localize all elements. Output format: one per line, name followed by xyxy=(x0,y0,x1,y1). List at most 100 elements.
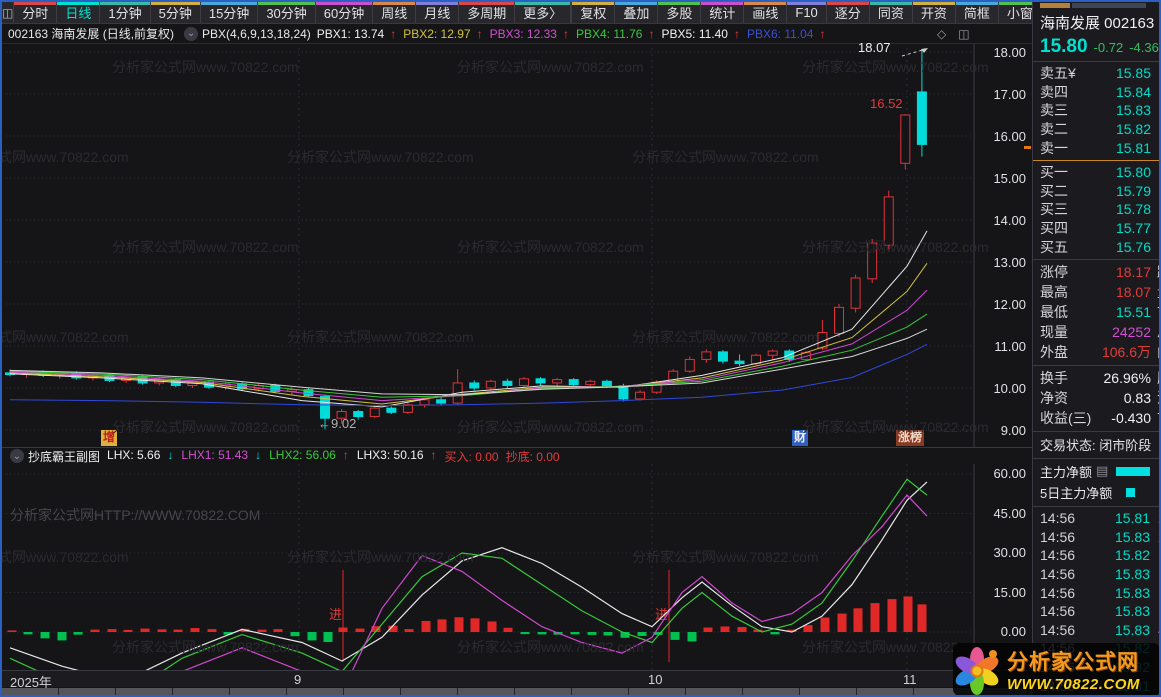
trend-arrow-icon: ↑ xyxy=(476,26,483,41)
tab-color-strip xyxy=(459,2,515,5)
event-badge-涨榜[interactable]: 涨榜 xyxy=(896,430,925,446)
tab-周线[interactable]: 周线 xyxy=(373,2,417,23)
tab-color-strip xyxy=(826,2,869,5)
panel-tab-1[interactable] xyxy=(1040,3,1070,8)
tab-color-strip xyxy=(701,2,744,5)
event-badge-增[interactable]: 增 xyxy=(101,430,118,446)
formula-site-logo: 分析家公式网 WWW.70822.COM xyxy=(953,643,1159,695)
main-fund-bar xyxy=(1116,466,1151,476)
sub-bar xyxy=(670,632,680,640)
sell-row: 卖二 15.82 xyxy=(1040,120,1159,139)
tab-color-strip xyxy=(658,2,701,5)
tab-月线[interactable]: 月线 xyxy=(416,2,460,23)
quote-panel-tabs[interactable] xyxy=(1040,3,1159,8)
tab-color-strip xyxy=(200,2,258,5)
main-fund-5d-row[interactable]: 5日主力净额 xyxy=(1040,482,1159,503)
corner-icon[interactable]: ◫ xyxy=(958,27,969,41)
window-panel-icon[interactable]: ◫ xyxy=(2,2,15,23)
button-逐分[interactable]: 逐分 xyxy=(826,2,870,23)
candle-body xyxy=(485,380,496,389)
button-复权[interactable]: 复权 xyxy=(572,2,616,23)
sub-bar xyxy=(207,629,217,632)
tab-label: 周线 xyxy=(381,6,408,21)
tab-5分钟[interactable]: 5分钟 xyxy=(150,2,201,23)
tab-更多〉[interactable]: 更多〉 xyxy=(515,2,572,23)
sub-axis-label: 15.00 xyxy=(993,584,1026,600)
candle-body xyxy=(552,379,563,384)
lhx-value: LHX3: 50.16 xyxy=(356,447,424,462)
tab-多周期[interactable]: 多周期 xyxy=(459,2,516,23)
sub-bar xyxy=(454,617,464,632)
sub-bar xyxy=(140,628,150,632)
button-多股[interactable]: 多股 xyxy=(658,2,702,23)
button-叠加[interactable]: 叠加 xyxy=(615,2,659,23)
chart-annotation: 16.52 xyxy=(870,96,903,111)
main-fund-5d-marker xyxy=(1126,487,1136,497)
price-axis-label: 12.00 xyxy=(993,297,1026,312)
info-row: 最高 18.07 量 xyxy=(1040,282,1159,302)
tick-row: 14:56 15.83 1 xyxy=(1040,583,1159,602)
event-badge-财[interactable]: 财 xyxy=(792,430,809,446)
sub-bar xyxy=(737,626,747,632)
button-label: 开资 xyxy=(920,6,947,21)
last-price: 15.80 xyxy=(1040,36,1088,57)
sub-bar xyxy=(57,632,67,641)
sub-bar xyxy=(107,629,117,632)
clipped-second-column-label: 总 xyxy=(1157,322,1159,342)
info-label: 换手 xyxy=(1040,369,1068,386)
sub-bar xyxy=(720,626,730,632)
tab-label: 月线 xyxy=(424,6,451,21)
tick-price: 15.83 xyxy=(1114,566,1150,583)
tab-label: 多周期 xyxy=(467,6,507,21)
clipped-second-column-label: 流 xyxy=(1157,388,1159,408)
candle-body xyxy=(469,382,480,389)
tab-1分钟[interactable]: 1分钟 xyxy=(100,2,151,23)
panel-tab-2[interactable] xyxy=(1072,3,1146,8)
signal-text: 进 xyxy=(329,607,342,622)
trend-arrow-icon: ↓ xyxy=(167,447,174,462)
button-简框[interactable]: 简框 xyxy=(955,2,999,23)
tick-price: 15.83 xyxy=(1114,584,1150,601)
quote-label: 卖一 xyxy=(1040,139,1068,156)
sub-bar xyxy=(338,627,348,632)
tab-60分钟[interactable]: 60分钟 xyxy=(315,2,374,23)
info-row: 最低 15.51 市 xyxy=(1040,302,1159,322)
tab-label: 15分钟 xyxy=(208,6,250,21)
tab-label: 60分钟 xyxy=(323,6,365,21)
tab-label: 更多〉 xyxy=(523,6,563,21)
buy-row: 买四 15.77 xyxy=(1040,219,1159,238)
tab-15分钟[interactable]: 15分钟 xyxy=(200,2,259,23)
quote-label: 卖五¥ xyxy=(1040,65,1076,82)
button-开资[interactable]: 开资 xyxy=(912,2,956,23)
tick-row: 14:56 15.83 xyxy=(1040,602,1159,621)
button-F10[interactable]: F10 xyxy=(787,2,827,23)
sub-indicator-chart[interactable]: 进进 xyxy=(2,464,1032,695)
chevron-down-icon[interactable]: ⌄ xyxy=(184,26,199,41)
tab-color-strip xyxy=(14,2,57,5)
button-画线[interactable]: 画线 xyxy=(744,2,788,23)
info-value: 15.51 xyxy=(1115,303,1151,320)
corner-icon[interactable]: ◇ xyxy=(937,27,946,41)
trend-arrow-icon: ↑ xyxy=(390,26,397,41)
formula-label: PBX(4,6,9,13,18,24) xyxy=(202,26,311,41)
button-统计[interactable]: 统计 xyxy=(701,2,745,23)
quote-info-2: 换手 26.96% 股净资 0.83 流收益(三) -0.430 市 xyxy=(1040,368,1159,428)
collapse-icon[interactable]: ⌄ xyxy=(10,449,24,463)
tab-日线[interactable]: 日线 xyxy=(57,2,101,23)
clipped-second-column-label: 市 xyxy=(1157,302,1159,322)
clipped-second-column-label: 量 xyxy=(1157,282,1159,302)
sub-chart-svg: 进进 xyxy=(6,464,975,695)
candle-body xyxy=(701,351,712,360)
candle-body xyxy=(568,379,579,386)
info-row: 现量 24252 总 xyxy=(1040,322,1159,342)
main-fund-row[interactable]: 主力净额 ▤ xyxy=(1040,461,1159,482)
tick-row: 14:56 15.83 1 xyxy=(1040,565,1159,584)
tab-30分钟[interactable]: 30分钟 xyxy=(258,2,316,23)
trend-arrow-icon: ↑ xyxy=(648,26,655,41)
quote-info: 涨停 18.17 跌最高 18.07 量最低 15.51 市现量 24252 总外盘 106.6万… xyxy=(1040,262,1159,362)
indicator-corner-icons[interactable]: ◇ ◫ xyxy=(937,24,970,44)
sub-axis-label: 45.00 xyxy=(993,505,1026,521)
button-同资[interactable]: 同资 xyxy=(869,2,913,23)
info-label: 收益(三) xyxy=(1040,409,1092,426)
tab-分时[interactable]: 分时 xyxy=(14,2,58,23)
